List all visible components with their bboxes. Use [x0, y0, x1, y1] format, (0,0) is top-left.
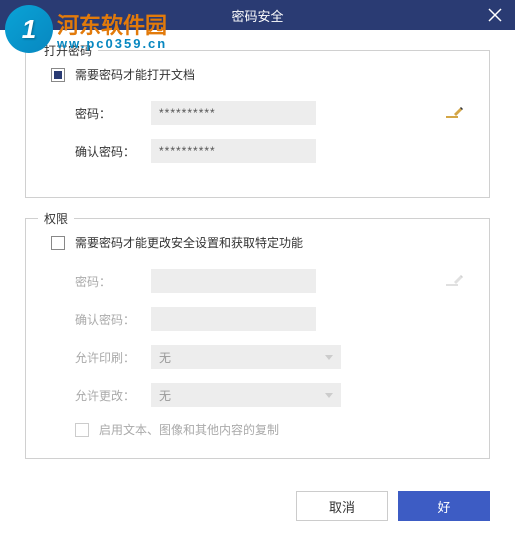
require-perm-password-label: 需要密码才能更改安全设置和获取特定功能 — [75, 234, 303, 251]
require-open-password-row[interactable]: 需要密码才能打开文档 — [51, 66, 464, 83]
edit-icon[interactable] — [446, 106, 464, 120]
perm-confirm-label: 确认密码： — [75, 311, 151, 328]
close-button[interactable] — [475, 0, 515, 30]
chevron-down-icon — [325, 355, 333, 360]
perm-password-label: 密码： — [75, 273, 151, 290]
open-confirm-label: 确认密码： — [75, 143, 151, 160]
enable-copy-label: 启用文本、图像和其他内容的复制 — [99, 421, 279, 438]
window-title: 密码安全 — [231, 6, 283, 25]
open-legend: 打开密码 — [38, 42, 98, 59]
titlebar: 密码安全 — [0, 0, 515, 30]
perm-password-input — [151, 269, 316, 293]
perm-legend: 权限 — [38, 210, 74, 227]
allow-print-select: 无 — [151, 345, 341, 369]
allow-print-label: 允许印刷： — [75, 349, 151, 366]
edit-icon-disabled — [446, 274, 464, 288]
open-password-label: 密码： — [75, 105, 151, 122]
ok-button[interactable]: 好 — [398, 491, 490, 521]
require-open-password-label: 需要密码才能打开文档 — [75, 66, 195, 83]
cancel-button[interactable]: 取消 — [296, 491, 388, 521]
require-perm-password-row[interactable]: 需要密码才能更改安全设置和获取特定功能 — [51, 234, 464, 251]
footer: 取消 好 — [296, 491, 490, 521]
allow-change-value: 无 — [159, 387, 171, 404]
open-confirm-input[interactable] — [151, 139, 316, 163]
allow-print-value: 无 — [159, 349, 171, 366]
allow-change-select: 无 — [151, 383, 341, 407]
chevron-down-icon — [325, 393, 333, 398]
perm-confirm-input — [151, 307, 316, 331]
permission-fieldset: 权限 需要密码才能更改安全设置和获取特定功能 密码： 确认密码： 允许印刷： 无… — [25, 218, 490, 459]
enable-copy-checkbox — [75, 423, 89, 437]
open-password-input[interactable] — [151, 101, 316, 125]
require-open-password-checkbox[interactable] — [51, 68, 65, 82]
allow-change-label: 允许更改： — [75, 387, 151, 404]
open-password-fieldset: 打开密码 需要密码才能打开文档 密码： 确认密码： — [25, 50, 490, 198]
close-icon — [488, 8, 502, 22]
enable-copy-row: 启用文本、图像和其他内容的复制 — [51, 421, 464, 438]
require-perm-password-checkbox[interactable] — [51, 236, 65, 250]
